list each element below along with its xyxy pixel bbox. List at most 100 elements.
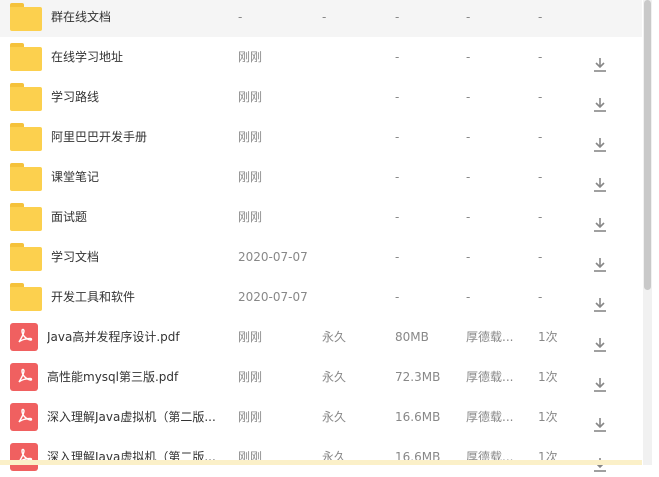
file-owner: - <box>466 10 471 24</box>
file-size: - <box>395 10 400 24</box>
file-downloads: - <box>538 50 543 64</box>
download-button[interactable] <box>592 237 612 277</box>
folder-icon <box>10 281 42 311</box>
file-size: 16.6MB <box>395 410 441 424</box>
file-size: - <box>395 130 400 144</box>
download-button[interactable] <box>592 77 612 117</box>
file-row[interactable]: 阿里巴巴开发手册 刚刚 - - - <box>0 117 642 157</box>
file-expire: 永久 <box>322 410 347 424</box>
file-size: 16.6MB <box>395 450 441 464</box>
file-expire <box>322 277 382 317</box>
scrollbar-thumb[interactable] <box>644 0 651 290</box>
file-owner: - <box>466 210 471 224</box>
file-name[interactable]: 在线学习地址 <box>51 37 226 77</box>
download-button[interactable] <box>592 317 612 357</box>
download-icon[interactable] <box>592 49 608 72</box>
file-downloads: 1次 <box>538 330 558 344</box>
file-downloads: 1次 <box>538 450 558 464</box>
file-icon-cell <box>10 117 42 157</box>
file-downloads: 1次 <box>538 410 558 424</box>
download-button[interactable] <box>592 37 612 77</box>
file-list: 群在线文档 - - - - - 在线学习地址 刚刚 - - - 学习路线 刚刚 - - - 阿里巴巴开发手册 刚刚… <box>0 0 642 472</box>
download-button[interactable] <box>592 357 612 397</box>
file-row[interactable]: 在线学习地址 刚刚 - - - <box>0 37 642 77</box>
file-row[interactable]: 深入理解Java虚拟机（第二版... 刚刚 永久 16.6MB 厚德载... 1次 <box>0 397 642 437</box>
file-name[interactable]: 群在线文档 <box>51 0 226 37</box>
file-row[interactable]: 学习路线 刚刚 - - - <box>0 77 642 117</box>
folder-icon <box>10 201 42 231</box>
download-button[interactable] <box>592 157 612 197</box>
file-name[interactable]: 开发工具和软件 <box>51 277 226 317</box>
file-icon-cell <box>10 157 42 197</box>
download-button[interactable] <box>592 397 612 437</box>
download-icon[interactable] <box>592 169 608 192</box>
folder-icon <box>10 81 42 111</box>
file-row[interactable]: 开发工具和软件 2020-07-07 - - - <box>0 277 642 317</box>
file-time: 刚刚 <box>238 210 263 224</box>
file-icon-cell <box>10 317 42 357</box>
file-name[interactable]: 高性能mysql第三版.pdf <box>47 357 222 397</box>
file-row[interactable]: 深入理解Java虚拟机（第二版... 刚刚 永久 16.6MB 厚德载... 1次 <box>0 437 642 477</box>
file-name[interactable]: 课堂笔记 <box>51 157 226 197</box>
file-name[interactable]: 面试题 <box>51 197 226 237</box>
file-downloads: - <box>538 250 543 264</box>
download-icon[interactable] <box>592 89 608 112</box>
file-name[interactable]: 学习文档 <box>51 237 226 277</box>
file-size: - <box>395 50 400 64</box>
file-icon-cell <box>10 37 42 77</box>
file-name[interactable]: 深入理解Java虚拟机（第二版... <box>47 397 222 437</box>
file-time: 刚刚 <box>238 330 263 344</box>
folder-icon <box>10 121 42 151</box>
file-owner: - <box>466 170 471 184</box>
file-icon-cell <box>10 237 42 277</box>
download-icon[interactable] <box>592 289 608 312</box>
file-owner: 厚德载... <box>466 410 514 424</box>
bottom-bar <box>0 460 642 465</box>
file-icon-cell <box>10 357 42 397</box>
file-row[interactable]: 课堂笔记 刚刚 - - - <box>0 157 642 197</box>
download-button[interactable] <box>592 197 612 237</box>
file-owner: 厚德载... <box>466 370 514 384</box>
file-name[interactable]: 阿里巴巴开发手册 <box>51 117 226 157</box>
file-size: 72.3MB <box>395 370 441 384</box>
folder-icon <box>10 161 42 191</box>
download-icon[interactable] <box>592 369 608 392</box>
file-owner: - <box>466 250 471 264</box>
file-size: - <box>395 90 400 104</box>
file-time: 刚刚 <box>238 90 263 104</box>
file-row[interactable]: Java高并发程序设计.pdf 刚刚 永久 80MB 厚德载... 1次 <box>0 317 642 357</box>
file-name[interactable]: 学习路线 <box>51 77 226 117</box>
file-row[interactable]: 高性能mysql第三版.pdf 刚刚 永久 72.3MB 厚德载... 1次 <box>0 357 642 397</box>
file-owner: - <box>466 130 471 144</box>
download-icon[interactable] <box>592 249 608 272</box>
download-button[interactable] <box>592 117 612 157</box>
file-expire <box>322 37 382 77</box>
file-time: - <box>238 10 243 24</box>
file-downloads: - <box>538 10 543 24</box>
file-time: 刚刚 <box>238 410 263 424</box>
file-row[interactable]: 学习文档 2020-07-07 - - - <box>0 237 642 277</box>
file-downloads: - <box>538 290 543 304</box>
file-icon-cell <box>10 0 42 37</box>
file-icon-cell <box>10 437 42 477</box>
file-row[interactable]: 群在线文档 - - - - - <box>0 0 642 37</box>
file-expire: 永久 <box>322 370 347 384</box>
download-icon[interactable] <box>592 329 608 352</box>
file-expire <box>322 157 382 197</box>
scrollbar[interactable] <box>643 0 652 465</box>
file-size: - <box>395 250 400 264</box>
file-time: 刚刚 <box>238 130 263 144</box>
file-name[interactable]: 深入理解Java虚拟机（第二版... <box>47 437 222 477</box>
download-button[interactable] <box>592 437 612 477</box>
file-row[interactable]: 面试题 刚刚 - - - <box>0 197 642 237</box>
download-button[interactable] <box>592 277 612 317</box>
download-icon[interactable] <box>592 209 608 232</box>
pdf-icon <box>10 443 38 471</box>
file-size: - <box>395 170 400 184</box>
pdf-icon <box>10 363 38 391</box>
file-name[interactable]: Java高并发程序设计.pdf <box>47 317 222 357</box>
file-icon-cell <box>10 397 42 437</box>
file-size: 80MB <box>395 330 429 344</box>
download-icon[interactable] <box>592 409 608 432</box>
download-icon[interactable] <box>592 129 608 152</box>
